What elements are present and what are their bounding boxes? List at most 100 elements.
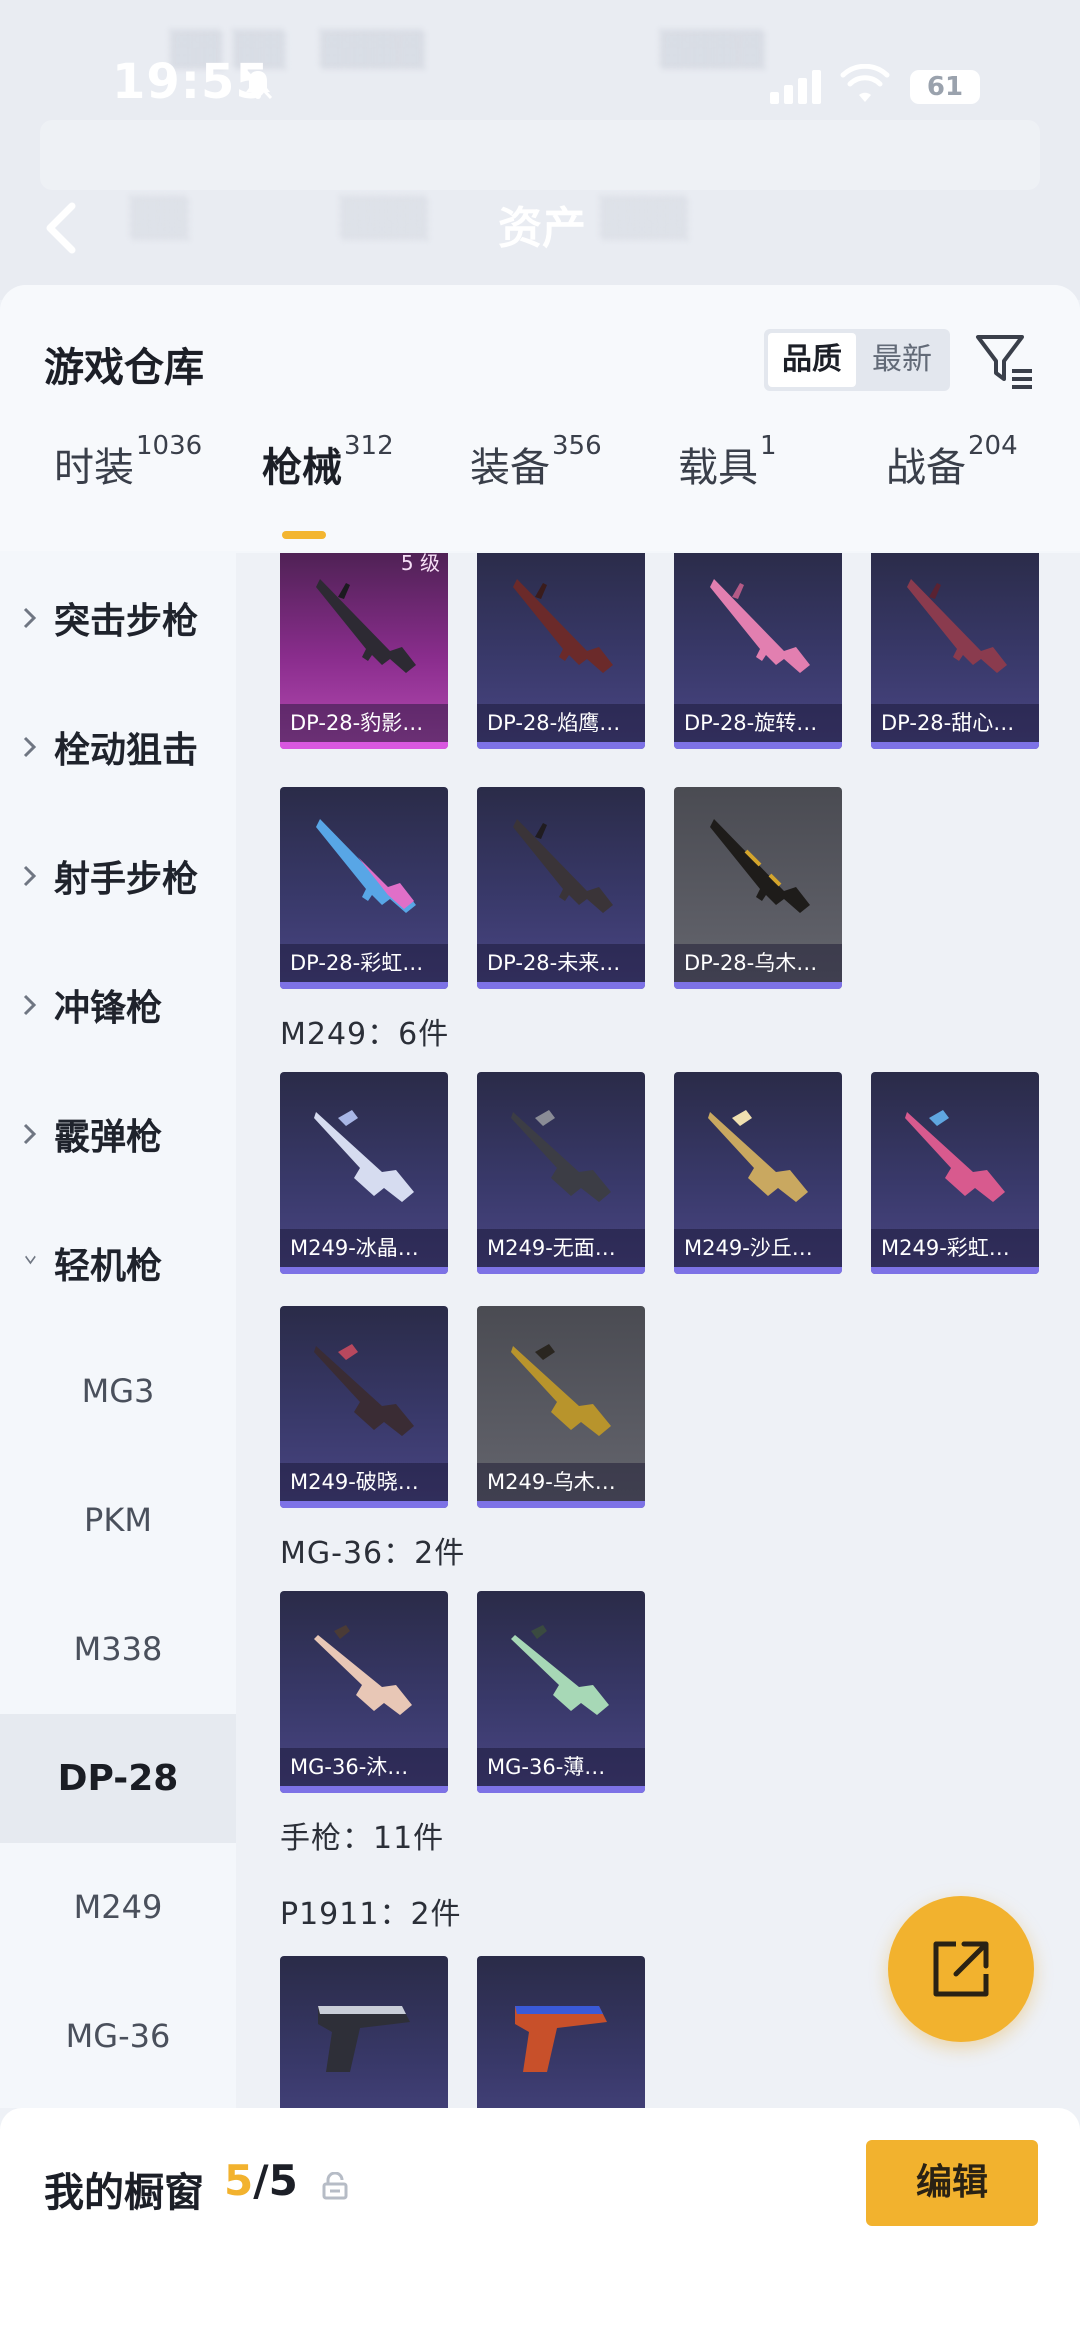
edit-button[interactable]: 编辑 — [866, 2140, 1038, 2226]
back-icon[interactable] — [42, 200, 82, 256]
skin-name: DP-28-乌木… — [674, 944, 842, 982]
rarity-bar — [477, 742, 645, 749]
rarity-bar — [674, 982, 842, 989]
chevron-right-icon — [23, 607, 37, 628]
rarity-bar — [280, 1267, 448, 1274]
sheet-title: 游戏仓库 — [44, 345, 204, 391]
sheet-header: 游戏仓库 品质 最新 时装1036 枪械312 装备356 载具1 战备204 — [0, 285, 1080, 551]
sidebar-subitem-mg36[interactable]: MG-36 — [0, 1972, 236, 2101]
skin-name: M249-乌木… — [477, 1463, 645, 1501]
lmg-skin-image — [710, 579, 810, 673]
skin-card[interactable]: DP-28-甜心… — [871, 553, 1039, 749]
rarity-bar — [280, 1786, 448, 1793]
lmg-skin-image — [710, 819, 810, 913]
skin-name: M249-无面… — [477, 1229, 645, 1267]
tab-equipment[interactable]: 装备356 — [470, 431, 602, 515]
weapon-skin-grid: 5 级 DP-28-豹影… DP-28-焰鹰… DP-28-旋转… DP-28-… — [236, 553, 1080, 2108]
sidebar-item-assault-rifle[interactable]: 突击步枪 — [0, 553, 236, 682]
sidebar-item-shotgun[interactable]: 霰弹枪 — [0, 1069, 236, 1198]
rarity-bar — [477, 1501, 645, 1508]
rarity-bar — [871, 1267, 1039, 1274]
lmg-skin-image — [511, 1110, 611, 1202]
lmg-skin-image — [513, 819, 613, 913]
skin-card[interactable] — [280, 1956, 448, 2108]
sidebar-item-lmg[interactable]: 轻机枪 — [0, 1198, 236, 1327]
sidebar-subitem-mg3[interactable]: MG3 — [0, 1327, 236, 1456]
tab-vehicles[interactable]: 载具1 — [678, 431, 777, 515]
chevron-right-icon — [23, 1123, 37, 1144]
tab-supplies[interactable]: 战备204 — [886, 431, 1018, 515]
header-tab-assets[interactable]: 资产 — [498, 192, 586, 256]
status-bar: 19:55 61 — [0, 0, 1080, 130]
rarity-bar — [674, 1267, 842, 1274]
pistol-skin-image — [318, 2006, 410, 2072]
sidebar-subitem-pkm[interactable]: PKM — [0, 1456, 236, 1585]
skin-name: DP-28-焰鹰… — [477, 704, 645, 742]
blurred-page-header: ▒▒ ▒▒ ▒▒▒▒ ▒▒▒▒ 19:55 61 ▒▒ ▒▒▒ 资产 ▒▒▒ — [0, 0, 1080, 300]
blurred-info-row — [40, 120, 1040, 190]
skin-card[interactable] — [477, 1956, 645, 2108]
skin-card[interactable]: 5 级 DP-28-豹影… — [280, 553, 448, 749]
skin-name: MG-36-薄… — [477, 1748, 645, 1786]
tab-supplies-label: 战备 — [886, 445, 966, 491]
rarity-bar — [280, 982, 448, 989]
header-tab-blurred-3[interactable]: ▒▒▒ — [600, 196, 688, 240]
sidebar-item-bolt-sniper[interactable]: 栓动狙击 — [0, 682, 236, 811]
lmg-skin-image — [511, 1344, 611, 1436]
tab-fashion[interactable]: 时装1036 — [54, 431, 202, 515]
sidebar-subitem-dp28[interactable]: DP-28 — [0, 1714, 236, 1843]
skin-name: M249-彩虹… — [871, 1229, 1039, 1267]
skin-name: DP-28-豹影… — [280, 704, 448, 742]
skin-card[interactable]: MG-36-沐… — [280, 1591, 448, 1793]
skin-card[interactable]: M249-冰晶… — [280, 1072, 448, 1274]
weapon-type-sidebar: 突击步枪 栓动狙击 射手步枪 冲锋枪 霰弹枪 轻机枪 MG3 PKM M338 … — [0, 553, 236, 2108]
skin-card[interactable]: DP-28-焰鹰… — [477, 553, 645, 749]
skin-card[interactable]: M249-沙丘… — [674, 1072, 842, 1274]
rifle-skin-image — [511, 1625, 609, 1715]
sort-toggle: 品质 最新 — [764, 329, 950, 391]
filter-icon[interactable] — [974, 329, 1036, 391]
tab-equipment-label: 装备 — [470, 445, 550, 491]
sidebar-subitem-m249[interactable]: M249 — [0, 1843, 236, 1972]
skin-card[interactable]: DP-28-未来… — [477, 787, 645, 989]
tab-firearms[interactable]: 枪械312 — [262, 431, 394, 515]
skin-card[interactable]: M249-乌木… — [477, 1306, 645, 1508]
tab-firearms-count: 312 — [344, 431, 394, 461]
sidebar-item-smg[interactable]: 冲锋枪 — [0, 940, 236, 1069]
tab-equipment-count: 356 — [552, 431, 602, 461]
lmg-skin-image — [314, 1110, 414, 1202]
skin-card[interactable]: M249-破晓… — [280, 1306, 448, 1508]
share-button[interactable] — [888, 1896, 1034, 2042]
skin-name: M249-冰晶… — [280, 1229, 448, 1267]
signal-icon — [770, 70, 821, 104]
showcase-bar: 我的橱窗 5/5 编辑 — [0, 2108, 1080, 2348]
rifle-skin-image — [314, 1625, 412, 1715]
lmg-skin-image — [314, 1344, 414, 1436]
rarity-bar — [280, 742, 448, 749]
sort-quality-button[interactable]: 品质 — [768, 333, 856, 387]
battery-indicator: 61 — [910, 70, 980, 104]
skin-name: DP-28-未来… — [477, 944, 645, 982]
skin-card[interactable]: M249-无面… — [477, 1072, 645, 1274]
lmg-skin-image — [905, 1110, 1005, 1202]
header-tab-blurred-2[interactable]: ▒▒▒ — [340, 196, 428, 240]
rarity-bar — [477, 1786, 645, 1793]
skin-card[interactable]: MG-36-薄… — [477, 1591, 645, 1793]
section-title-pistols: 手枪：11件 — [280, 1821, 445, 1856]
sidebar-item-marksman-rifle[interactable]: 射手步枪 — [0, 811, 236, 940]
sidebar-item-label: 栓动狙击 — [54, 729, 199, 771]
skin-card[interactable]: DP-28-乌木… — [674, 787, 842, 989]
skin-card[interactable]: DP-28-旋转… — [674, 553, 842, 749]
sort-newest-button[interactable]: 最新 — [858, 333, 946, 387]
skin-card[interactable]: DP-28-彩虹… — [280, 787, 448, 989]
showcase-current: 5 — [224, 2156, 254, 2205]
sidebar-item-label: 射手步枪 — [54, 858, 199, 900]
warehouse-sheet: 游戏仓库 品质 最新 时装1036 枪械312 装备356 载具1 战备204 — [0, 285, 1080, 2108]
showcase-label: 我的橱窗 — [44, 2170, 204, 2216]
header-tab-blurred-1[interactable]: ▒▒ — [130, 196, 188, 240]
sidebar-subitem-m338[interactable]: M338 — [0, 1585, 236, 1714]
tab-vehicles-label: 载具 — [678, 445, 758, 491]
skin-card[interactable]: M249-彩虹… — [871, 1072, 1039, 1274]
share-icon — [933, 1941, 989, 1997]
pistol-skin-image — [515, 2006, 607, 2072]
